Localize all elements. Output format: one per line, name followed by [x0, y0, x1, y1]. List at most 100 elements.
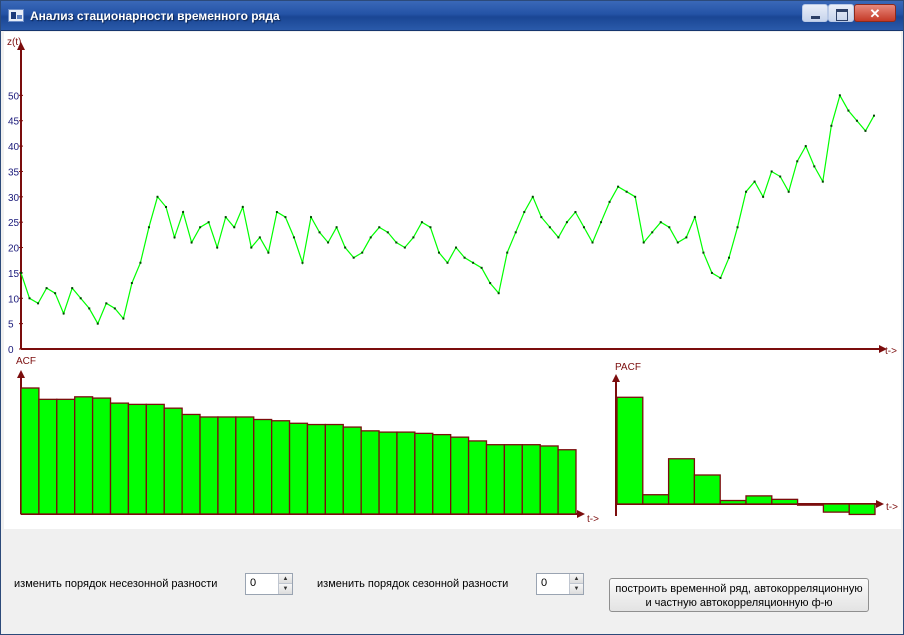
main-window: Анализ стационарности временного ряда ✕ …	[0, 0, 904, 635]
zt-point	[437, 251, 440, 254]
zt-point	[634, 195, 637, 198]
zt-point	[557, 236, 560, 239]
zt-point	[327, 241, 330, 244]
zt-point	[719, 276, 722, 279]
pacf-y-axis-arrow	[612, 374, 620, 382]
zt-point	[676, 241, 679, 244]
acf-bar	[74, 396, 94, 515]
minimize-button[interactable]	[802, 4, 828, 22]
zt-point	[284, 216, 287, 219]
zt-point	[412, 236, 415, 239]
seasonal-spinbox[interactable]: 0 ▲ ▼	[536, 573, 584, 595]
seasonal-value[interactable]: 0	[541, 577, 547, 589]
pacf-bar	[719, 499, 747, 505]
nonseasonal-value[interactable]: 0	[250, 577, 256, 589]
zt-point	[540, 216, 543, 219]
zt-point	[514, 231, 517, 234]
zt-point	[710, 271, 713, 274]
zt-point	[130, 282, 133, 285]
zt-point	[847, 109, 850, 112]
spin-down-icon[interactable]: ▼	[570, 584, 583, 594]
acf-bar	[145, 403, 165, 515]
zt-point	[873, 114, 875, 117]
build-button-line1: построить временной ряд, автокорреляцион…	[615, 583, 863, 595]
zt-point	[600, 221, 603, 224]
zt-point	[182, 211, 185, 214]
nonseasonal-spinbox[interactable]: 0 ▲ ▼	[245, 573, 293, 595]
pacf-bar	[616, 396, 644, 505]
acf-bar	[253, 418, 273, 515]
zt-point	[79, 297, 82, 300]
zt-point	[565, 221, 568, 224]
zt-point	[804, 145, 807, 148]
zt-point	[489, 282, 492, 285]
zt-point	[113, 307, 116, 310]
seasonal-spin-buttons[interactable]: ▲ ▼	[569, 574, 583, 594]
pacf-bar	[848, 503, 876, 516]
close-button[interactable]: ✕	[854, 4, 896, 22]
zt-point	[386, 231, 389, 234]
zt-point	[301, 261, 304, 264]
acf-bar	[432, 433, 452, 515]
nonseasonal-spin-buttons[interactable]: ▲ ▼	[278, 574, 292, 594]
zt-point	[420, 221, 423, 224]
build-series-button[interactable]: построить временной ряд, автокорреляцион…	[609, 578, 869, 612]
zt-point	[727, 256, 730, 259]
zt-point	[292, 236, 295, 239]
zt-point	[480, 266, 483, 269]
zt-point	[335, 226, 338, 229]
spin-up-icon[interactable]: ▲	[279, 574, 292, 584]
zt-point	[352, 256, 355, 259]
build-button-line2: и частную автокорреляционную ф-ю	[645, 597, 833, 609]
acf-bar	[450, 436, 470, 515]
zt-point	[369, 236, 372, 239]
acf-bar	[539, 445, 559, 515]
zt-point	[88, 307, 91, 310]
zt-point	[702, 251, 705, 254]
zt-point	[855, 119, 858, 122]
zt-y-tick-label: 40	[8, 142, 20, 153]
acf-x-label: t->	[587, 514, 599, 525]
zt-point	[395, 241, 398, 244]
zt-point	[446, 261, 449, 264]
pacf-x-axis-arrow	[876, 500, 884, 508]
pacf-bar	[771, 498, 799, 505]
maximize-button[interactable]	[828, 4, 854, 22]
pacf-bar	[745, 495, 773, 505]
pacf-bar	[822, 503, 850, 513]
acf-bar	[199, 416, 219, 515]
acf-bar	[38, 398, 58, 515]
zt-point	[838, 94, 841, 97]
zt-point	[258, 236, 261, 239]
zt-point	[693, 216, 696, 219]
zt-point	[105, 302, 108, 305]
zt-point	[651, 231, 654, 234]
zt-point	[668, 226, 671, 229]
charts-canvas: z(t) t-> 0 5 10 15 20 25 30 35 40 45 50 ACF t-> PACF t->	[7, 37, 898, 525]
acf-bar	[485, 444, 506, 515]
zt-y-tick-label: 35	[8, 167, 20, 178]
zt-y-tick-label: 15	[8, 269, 20, 280]
zt-point	[156, 195, 159, 198]
spin-down-icon[interactable]: ▼	[279, 584, 292, 594]
zt-point	[548, 226, 551, 229]
zt-point	[147, 226, 150, 229]
zt-series-line	[20, 93, 875, 325]
zt-y-tick-label: 20	[8, 244, 20, 255]
pacf-bar	[796, 503, 825, 506]
zt-point	[37, 302, 40, 305]
pacf-x-label: t->	[886, 502, 898, 513]
spin-up-icon[interactable]: ▲	[570, 574, 583, 584]
seasonal-label: изменить порядок сезонной разности	[317, 578, 509, 590]
zt-point	[241, 205, 244, 208]
nonseasonal-label: изменить порядок несезонной разности	[14, 578, 218, 590]
title-bar[interactable]: Анализ стационарности временного ряда ✕	[1, 1, 903, 31]
zt-point	[625, 190, 628, 193]
zt-y-tick-label: 5	[8, 320, 14, 331]
zt-point	[745, 190, 748, 193]
acf-bar	[503, 444, 523, 515]
zt-point	[770, 170, 773, 173]
zt-point	[813, 165, 816, 168]
zt-point	[830, 124, 833, 127]
zt-point	[506, 251, 509, 254]
